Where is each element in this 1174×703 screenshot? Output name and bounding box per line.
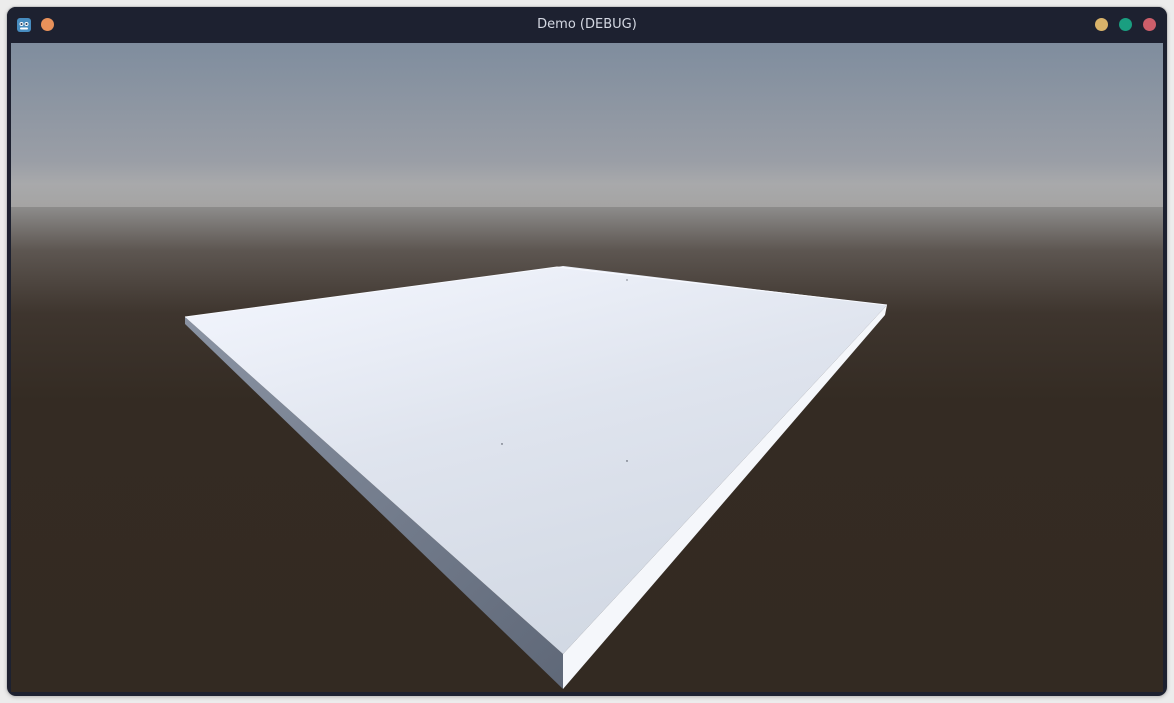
game-viewport[interactable] <box>11 43 1163 692</box>
sky <box>11 43 1163 207</box>
app-window: Demo (DEBUG) <box>7 7 1167 696</box>
title-bar[interactable]: Demo (DEBUG) <box>7 7 1167 43</box>
close-button[interactable] <box>1143 18 1156 31</box>
window-title: Demo (DEBUG) <box>537 17 637 32</box>
minimize-button[interactable] <box>1095 18 1108 31</box>
window-menu-button[interactable] <box>41 18 54 31</box>
scene-canvas <box>11 43 1163 692</box>
maximize-button[interactable] <box>1119 18 1132 31</box>
godot-icon <box>17 18 31 32</box>
